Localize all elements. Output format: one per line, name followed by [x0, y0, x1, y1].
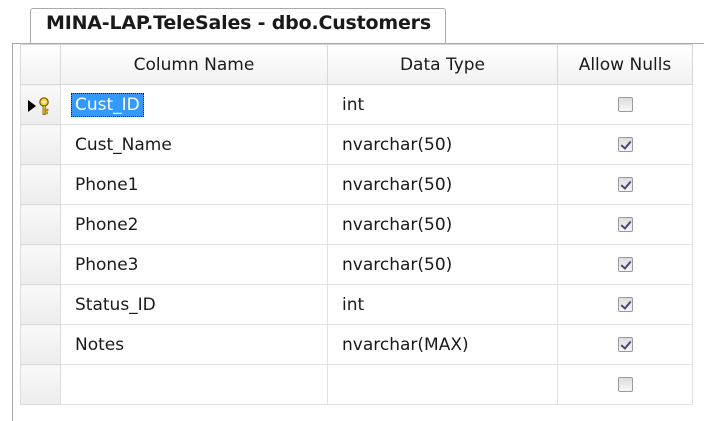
row-selector[interactable]: [20, 364, 61, 405]
table-row[interactable]: Phone3 nvarchar(50): [20, 244, 693, 285]
document-tabstrip: MINA-LAP.TeleSales - dbo.Customers: [0, 0, 704, 44]
allow-nulls-cell: [557, 364, 693, 405]
table-designer: Column Name Data Type Allow Nulls Cust_I…: [12, 43, 704, 421]
data-type-cell[interactable]: int: [327, 84, 558, 125]
allow-nulls-checkbox[interactable]: [617, 137, 633, 152]
table-row[interactable]: [20, 364, 693, 405]
allow-nulls-checkbox[interactable]: [617, 337, 633, 352]
table-row[interactable]: Status_ID int: [20, 284, 693, 325]
column-grid: Column Name Data Type Allow Nulls Cust_I…: [20, 44, 693, 405]
allow-nulls-cell: [557, 284, 693, 325]
row-selector[interactable]: [20, 204, 61, 245]
column-name-text: Notes: [75, 334, 125, 355]
column-name-header[interactable]: Column Name: [60, 44, 328, 85]
column-name-cell[interactable]: Status_ID: [60, 284, 328, 325]
data-type-cell[interactable]: nvarchar(50): [327, 124, 558, 165]
table-row[interactable]: Notes nvarchar(MAX): [20, 324, 693, 365]
column-name-cell[interactable]: Phone2: [60, 204, 328, 245]
column-name-text: Phone2: [75, 214, 139, 235]
allow-nulls-checkbox[interactable]: [617, 377, 633, 392]
allow-nulls-checkbox[interactable]: [617, 217, 633, 232]
column-name-cell[interactable]: [60, 364, 328, 405]
document-tab-title[interactable]: MINA-LAP.TeleSales - dbo.Customers: [46, 12, 431, 34]
allow-nulls-cell: [557, 84, 693, 125]
column-name-cell[interactable]: Phone1: [60, 164, 328, 205]
row-selector[interactable]: [20, 284, 61, 325]
allow-nulls-checkbox[interactable]: [617, 297, 633, 312]
row-selector[interactable]: [20, 244, 61, 285]
row-selector[interactable]: [20, 124, 61, 165]
table-row[interactable]: Phone1 nvarchar(50): [20, 164, 693, 205]
data-type-cell[interactable]: nvarchar(50): [327, 244, 558, 285]
table-row[interactable]: Cust_ID int: [20, 84, 693, 125]
allow-nulls-cell: [557, 324, 693, 365]
column-name-cell[interactable]: Notes: [60, 324, 328, 365]
column-name-text: Phone3: [75, 254, 139, 275]
data-type-cell[interactable]: nvarchar(MAX): [327, 324, 558, 365]
row-selector[interactable]: [20, 324, 61, 365]
row-selector[interactable]: [20, 84, 61, 125]
allow-nulls-checkbox[interactable]: [617, 97, 633, 112]
key-icon: [39, 97, 49, 115]
column-name-text: Phone1: [75, 174, 139, 195]
allow-nulls-checkbox[interactable]: [617, 177, 633, 192]
data-type-cell[interactable]: nvarchar(50): [327, 164, 558, 205]
row-selector[interactable]: [20, 164, 61, 205]
current-row-arrow-icon: [28, 97, 49, 115]
allow-nulls-cell: [557, 124, 693, 165]
data-type-cell[interactable]: int: [327, 284, 558, 325]
data-type-header[interactable]: Data Type: [327, 44, 558, 85]
column-name-text: Cust_Name: [75, 134, 172, 155]
table-row[interactable]: Phone2 nvarchar(50): [20, 204, 693, 245]
data-type-cell[interactable]: nvarchar(50): [327, 204, 558, 245]
allow-nulls-cell: [557, 244, 693, 285]
column-name-cell[interactable]: Phone3: [60, 244, 328, 285]
grid-header-row: Column Name Data Type Allow Nulls: [20, 44, 693, 85]
allow-nulls-cell: [557, 164, 693, 205]
allow-nulls-checkbox[interactable]: [617, 257, 633, 272]
data-type-cell[interactable]: [327, 364, 558, 405]
column-name-cell[interactable]: Cust_ID: [60, 84, 328, 125]
column-name-text: Status_ID: [75, 294, 156, 315]
table-row[interactable]: Cust_Name nvarchar(50): [20, 124, 693, 165]
allow-nulls-cell: [557, 204, 693, 245]
allow-nulls-header[interactable]: Allow Nulls: [557, 44, 693, 85]
column-name-cell[interactable]: Cust_Name: [60, 124, 328, 165]
column-name-text: Cust_ID: [71, 92, 144, 117]
row-selector-header: [20, 44, 61, 85]
